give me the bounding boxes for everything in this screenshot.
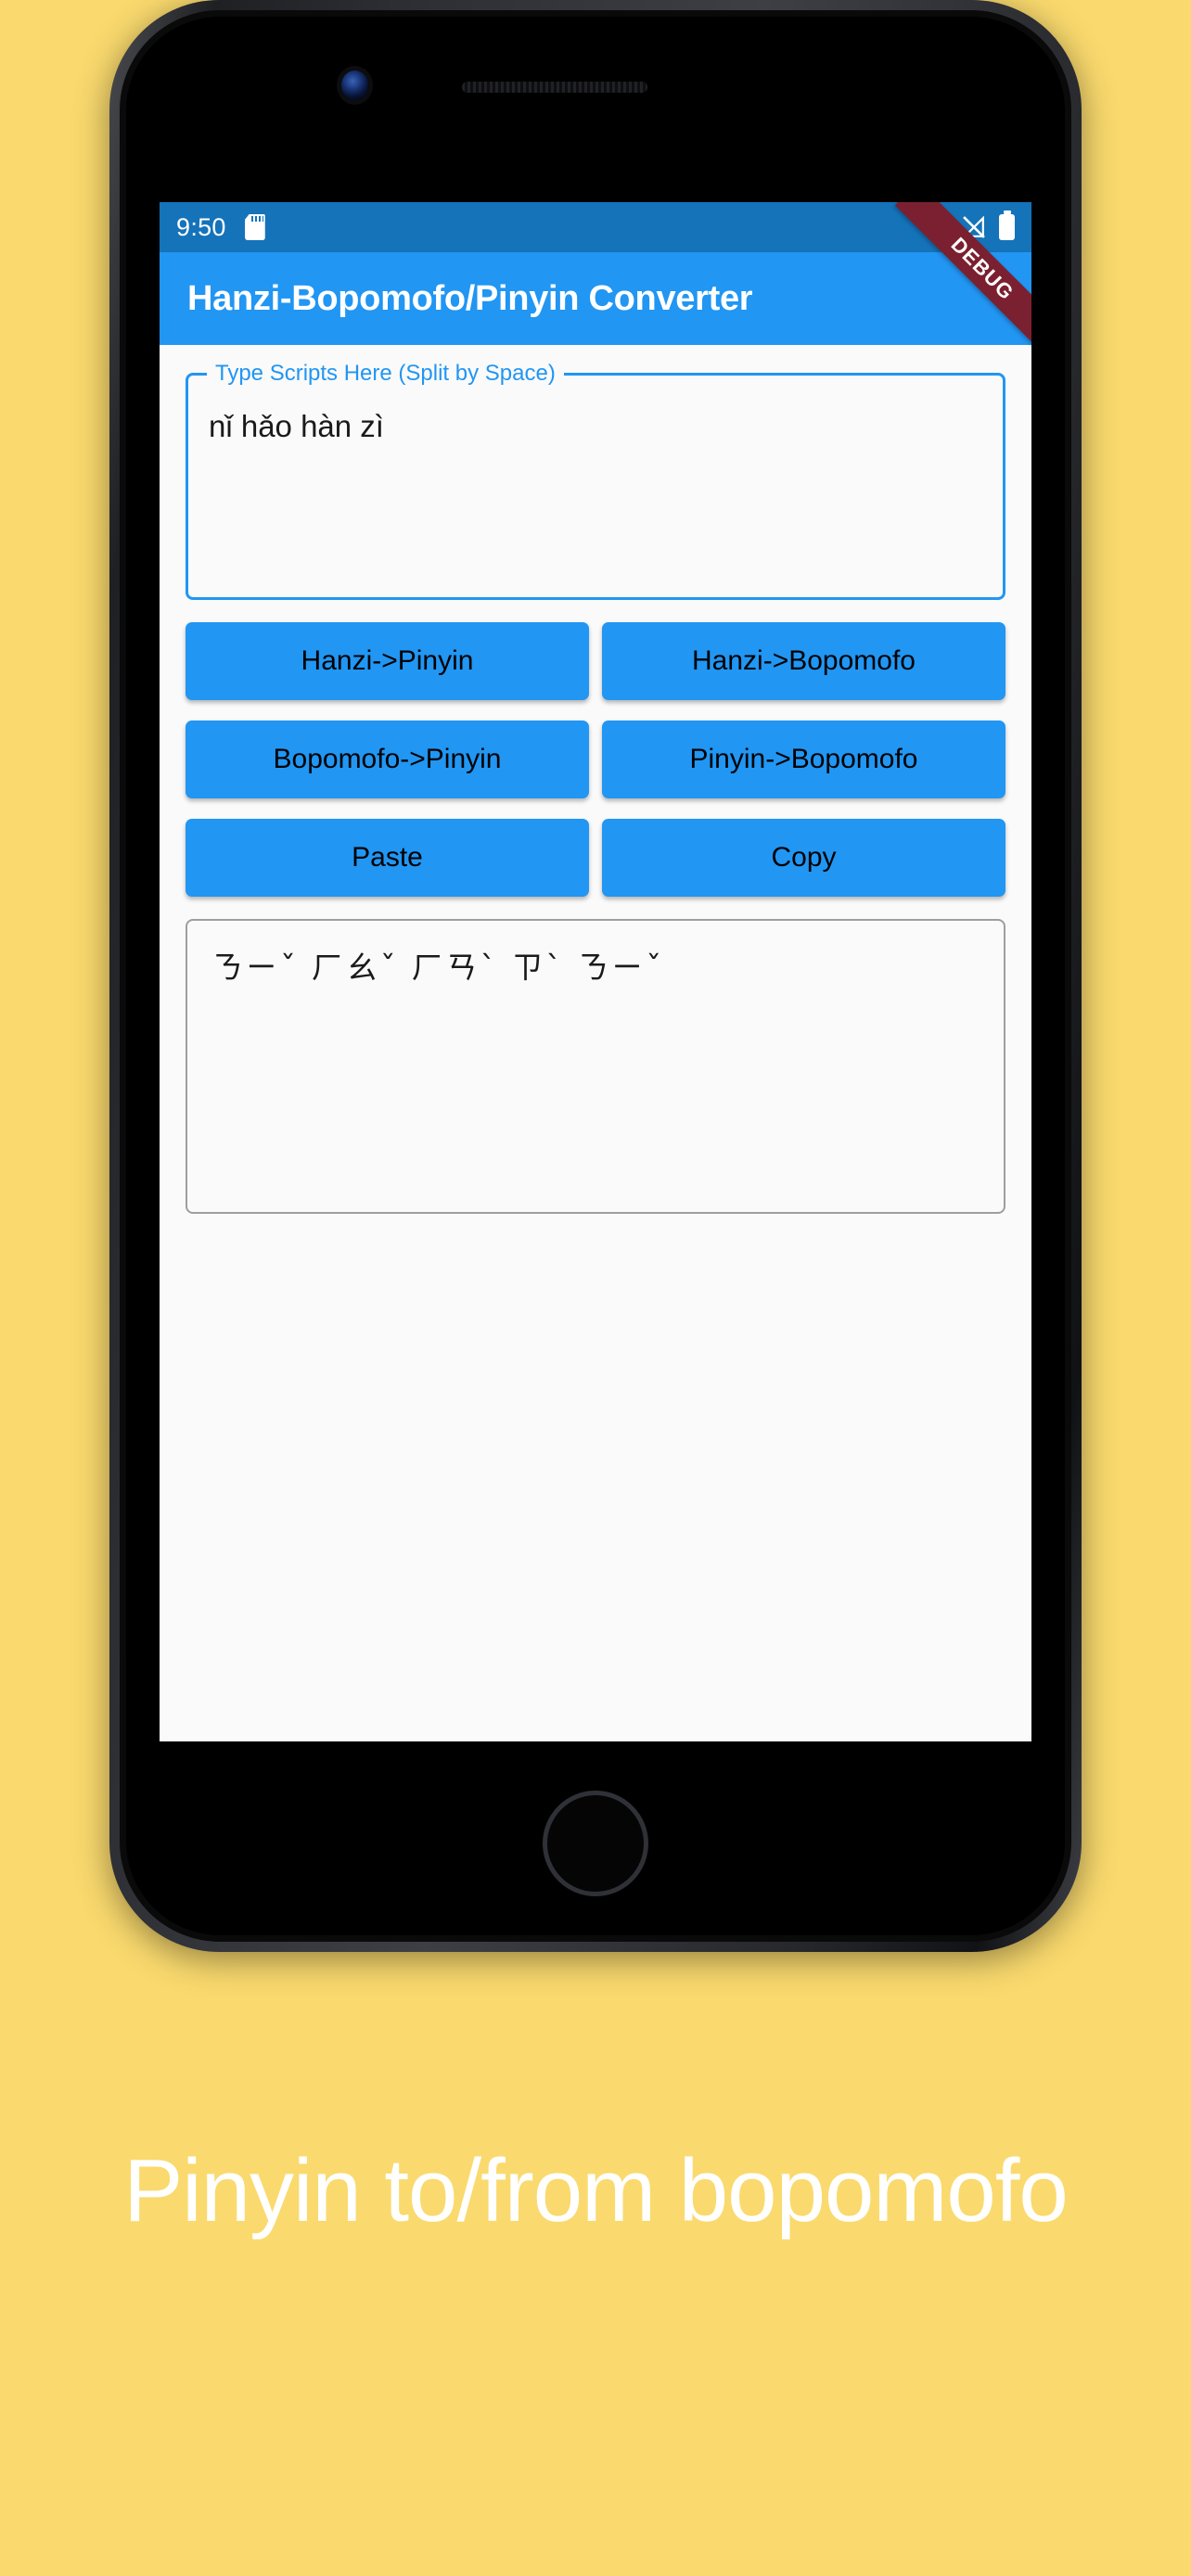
app-screen: 9:50 Hanzi-Bopomofo/Pinyin Converter DEB… [160, 202, 1031, 1741]
hanzi-to-pinyin-button[interactable]: Hanzi->Pinyin [186, 622, 589, 700]
conversion-button-grid: Hanzi->Pinyin Hanzi->Bopomofo Bopomofo->… [186, 622, 1005, 897]
button-row-2: Bopomofo->Pinyin Pinyin->Bopomofo [186, 721, 1005, 798]
page-title: Hanzi-Bopomofo/Pinyin Converter [187, 278, 753, 318]
home-button[interactable] [543, 1791, 648, 1896]
bopomofo-to-pinyin-button[interactable]: Bopomofo->Pinyin [186, 721, 589, 798]
script-input-label: Type Scripts Here (Split by Space) [207, 360, 564, 388]
sd-card-icon [244, 214, 265, 240]
conversion-output-value: ㄋㄧˇ ㄏㄠˇ ㄏㄢˋ ㄗˋ ㄋㄧˇ [211, 950, 665, 987]
status-bar-left-icons [244, 214, 265, 240]
phone-device-inner: 9:50 Hanzi-Bopomofo/Pinyin Converter DEB… [120, 10, 1071, 1942]
promo-caption: Pinyin to/from bopomofo [123, 2141, 1069, 2240]
app-bar: Hanzi-Bopomofo/Pinyin Converter DEBUG [160, 202, 1031, 357]
paste-button[interactable]: Paste [186, 819, 589, 897]
conversion-output-field[interactable]: ㄋㄧˇ ㄏㄠˇ ㄏㄢˋ ㄗˋ ㄋㄧˇ [186, 919, 1005, 1214]
status-bar-clock: 9:50 [176, 212, 226, 241]
copy-button[interactable]: Copy [602, 819, 1005, 897]
earpiece-speaker-icon [462, 82, 647, 93]
script-input-field[interactable]: Type Scripts Here (Split by Space) nǐ hǎ… [186, 360, 1005, 600]
phone-device-frame: 9:50 Hanzi-Bopomofo/Pinyin Converter DEB… [109, 0, 1082, 1952]
battery-icon [999, 210, 1015, 240]
app-body: Type Scripts Here (Split by Space) nǐ hǎ… [160, 345, 1031, 1214]
button-row-1: Hanzi->Pinyin Hanzi->Bopomofo [186, 622, 1005, 700]
front-camera-icon [341, 70, 368, 100]
hanzi-to-bopomofo-button[interactable]: Hanzi->Bopomofo [602, 622, 1005, 700]
phone-bezel: 9:50 Hanzi-Bopomofo/Pinyin Converter DEB… [126, 17, 1065, 1935]
pinyin-to-bopomofo-button[interactable]: Pinyin->Bopomofo [602, 721, 1005, 798]
button-row-3: Paste Copy [186, 819, 1005, 897]
